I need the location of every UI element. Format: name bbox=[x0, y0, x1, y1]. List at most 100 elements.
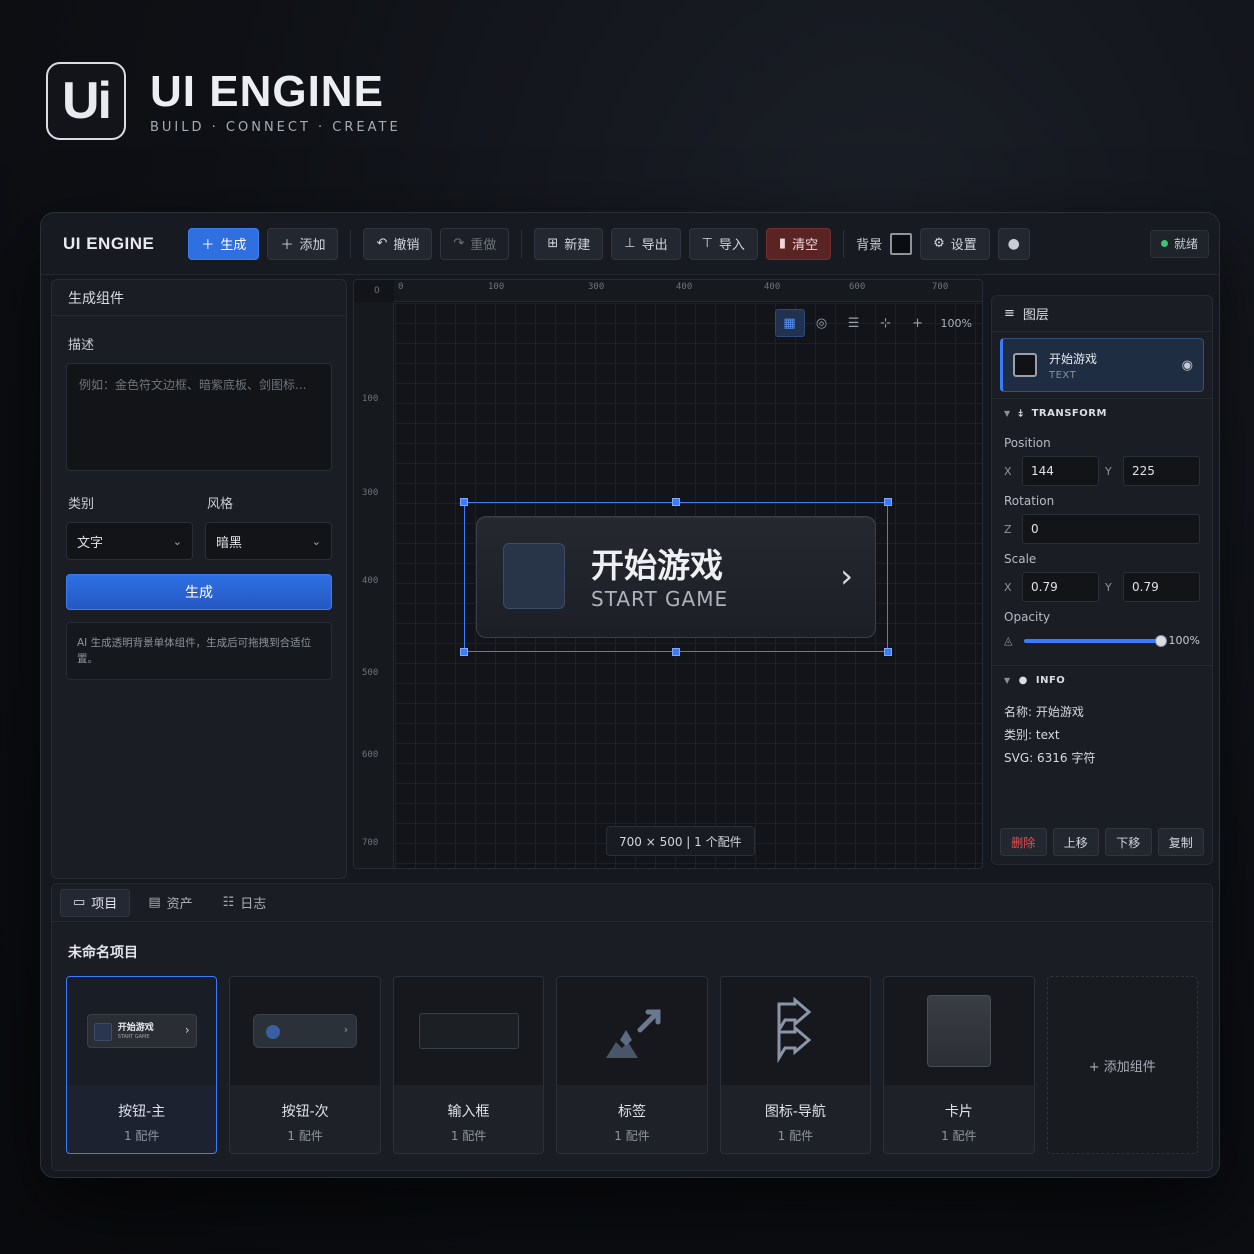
style-select[interactable]: 暗黑 ⌄ bbox=[205, 522, 332, 560]
opacity-slider[interactable] bbox=[1024, 634, 1167, 647]
panel-generate-button[interactable]: 生成 bbox=[66, 574, 332, 610]
position-y-input[interactable]: 225 bbox=[1123, 456, 1200, 486]
app-window: UI ENGINE ＋ 生成 ＋ 添加 ↶ 撤销 ↷ 重做 ⊞ 新建 ⊥ 导出 … bbox=[40, 212, 1220, 1178]
resize-handle[interactable] bbox=[672, 498, 680, 506]
app-title: UI ENGINE bbox=[63, 233, 155, 253]
user-button[interactable]: ● bbox=[997, 227, 1030, 260]
component-card-card[interactable]: 卡片 1 配件 bbox=[883, 976, 1035, 1154]
style-label: 风格 bbox=[207, 497, 234, 512]
background-color-swatch[interactable] bbox=[890, 232, 913, 255]
project-title: 未命名项目 bbox=[68, 945, 138, 961]
opacity-slider-fill bbox=[1024, 638, 1161, 643]
transform-icon: ⤈ bbox=[1018, 408, 1024, 419]
plus-icon: ＋ bbox=[201, 238, 215, 253]
selection-box[interactable] bbox=[460, 498, 892, 656]
chevron-down-icon: ⌄ bbox=[311, 534, 321, 548]
bottom-tabs: ▭ 项目 ▤ 资产 ☷ 日志 bbox=[52, 884, 1212, 922]
opacity-icon: ◬ bbox=[1004, 634, 1013, 647]
ruler-origin: 0 bbox=[374, 286, 380, 296]
target-icon[interactable]: ◎ bbox=[807, 309, 837, 337]
layer-type: TEXT bbox=[1049, 369, 1077, 381]
opacity-slider-thumb[interactable] bbox=[1154, 634, 1167, 647]
canvas-toolbar: ▦ ◎ ☰ ⊹ + 100% bbox=[774, 308, 972, 338]
resize-handle[interactable] bbox=[884, 648, 892, 656]
component-card-input[interactable]: 输入框 1 配件 bbox=[392, 976, 545, 1154]
tab-logs[interactable]: ☷ 日志 bbox=[211, 889, 279, 917]
align-icon[interactable]: ☰ bbox=[839, 309, 869, 337]
grid-toggle-icon[interactable]: ▦ bbox=[774, 309, 805, 337]
layer-item[interactable]: 开始游戏 TEXT ◉ bbox=[1000, 338, 1204, 392]
layer-actions: 删除 上移 下移 复制 bbox=[1000, 828, 1204, 856]
folder-icon: ▭ bbox=[73, 895, 86, 910]
status-badge: 就绪 bbox=[1149, 229, 1209, 258]
add-component-label: + 添加组件 bbox=[1088, 1059, 1156, 1075]
position-x-input[interactable]: 144 bbox=[1022, 456, 1099, 486]
chevron-right-icon: › bbox=[343, 1023, 349, 1036]
redo-icon: ↷ bbox=[453, 236, 465, 251]
ruler-tick: 100 bbox=[362, 394, 379, 404]
category-label: 类别 bbox=[68, 497, 95, 512]
resize-handle[interactable] bbox=[460, 498, 468, 506]
info-name: 名称: 开始游戏 bbox=[1004, 705, 1084, 719]
description-input[interactable]: 例如：金色符文边框、暗紫底板、剑图标... bbox=[66, 363, 332, 471]
assets-icon: ▤ bbox=[148, 895, 161, 910]
card-preview bbox=[926, 995, 991, 1067]
toolbar-divider bbox=[350, 229, 352, 258]
zoom-level[interactable]: 100% bbox=[935, 317, 972, 330]
gear-icon: ⚙ bbox=[933, 236, 945, 251]
layers-header: ≡ 图层 bbox=[992, 296, 1212, 332]
move-down-button[interactable]: 下移 bbox=[1105, 828, 1152, 856]
ruler-tick: 400 bbox=[764, 282, 781, 292]
resize-handle[interactable] bbox=[460, 648, 468, 656]
label-preview-icon bbox=[605, 1009, 661, 1058]
project-panel: ▭ 项目 ▤ 资产 ☷ 日志 未命名项目 开始游戏 START GAME › 按… bbox=[51, 883, 1213, 1171]
scale-y-input[interactable]: 0.79 bbox=[1123, 572, 1200, 602]
undo-icon: ↶ bbox=[376, 236, 388, 251]
delete-button[interactable]: 删除 bbox=[1000, 828, 1047, 856]
transform-section-header[interactable]: ▼ ⤈ TRANSFORM bbox=[992, 398, 1212, 428]
tab-project[interactable]: ▭ 项目 bbox=[60, 888, 131, 917]
add-component-card[interactable]: + 添加组件 bbox=[1046, 976, 1198, 1154]
plus-icon[interactable]: + bbox=[903, 309, 933, 337]
rotation-z-input[interactable]: 0 bbox=[1022, 514, 1200, 544]
ruler-tick: 400 bbox=[362, 576, 379, 586]
component-cards: 开始游戏 START GAME › 按钮-主 1 配件 › 按钮-次 1 配件 bbox=[52, 976, 1212, 1154]
component-card-primary-button[interactable]: 开始游戏 START GAME › 按钮-主 1 配件 bbox=[66, 976, 218, 1154]
brand-header: Ui UI ENGINE BUILD · CONNECT · CREATE bbox=[46, 62, 401, 140]
nav-arrows-preview-icon bbox=[777, 996, 812, 1064]
component-card-label[interactable]: 标签 1 配件 bbox=[556, 976, 708, 1154]
chevron-down-icon: ⌄ bbox=[172, 534, 182, 548]
description-label: 描述 bbox=[68, 338, 95, 353]
grid-icon: ⊞ bbox=[547, 236, 559, 251]
category-select[interactable]: 文字 ⌄ bbox=[66, 522, 193, 560]
clear-button[interactable]: ▮ 清空 bbox=[765, 227, 832, 260]
copy-button[interactable]: 复制 bbox=[1157, 828, 1204, 856]
eye-icon[interactable]: ◉ bbox=[1182, 358, 1193, 373]
canvas-area[interactable]: 0 100 300 400 400 600 700 0 100 300 400 … bbox=[353, 279, 983, 869]
tab-assets[interactable]: ▤ 资产 bbox=[136, 889, 204, 917]
new-button[interactable]: ⊞ 新建 bbox=[534, 227, 604, 260]
add-button[interactable]: ＋ 添加 bbox=[267, 227, 339, 260]
import-button[interactable]: ⊤ 导入 bbox=[688, 227, 758, 260]
move-up-button[interactable]: 上移 bbox=[1052, 828, 1099, 856]
resize-handle[interactable] bbox=[884, 498, 892, 506]
undo-button[interactable]: ↶ 撤销 bbox=[363, 227, 433, 260]
settings-button[interactable]: ⚙ 设置 bbox=[920, 227, 990, 260]
ruler-tick: 300 bbox=[362, 488, 379, 498]
resize-handle[interactable] bbox=[672, 648, 680, 656]
component-card-nav-icon[interactable]: 图标-导航 1 配件 bbox=[719, 976, 872, 1154]
info-section-header[interactable]: ▼ ● INFO bbox=[992, 665, 1212, 695]
layer-thumbnail bbox=[1013, 353, 1037, 377]
component-card-secondary-button[interactable]: › 按钮-次 1 配件 bbox=[229, 976, 381, 1154]
chevron-right-icon: › bbox=[184, 1023, 190, 1037]
generate-button[interactable]: ＋ 生成 bbox=[188, 227, 260, 260]
ruler-tick: 600 bbox=[849, 282, 866, 292]
export-button[interactable]: ⊥ 导出 bbox=[611, 227, 681, 260]
scale-x-input[interactable]: 0.79 bbox=[1022, 572, 1099, 602]
crosshair-icon[interactable]: ⊹ bbox=[871, 309, 901, 337]
redo-button[interactable]: ↷ 重做 bbox=[440, 227, 510, 260]
menu-icon: ≡ bbox=[1004, 306, 1015, 321]
input-preview bbox=[418, 1013, 519, 1049]
ruler-left: 100 300 400 500 600 700 bbox=[354, 302, 394, 868]
ruler-tick: 700 bbox=[362, 838, 379, 848]
